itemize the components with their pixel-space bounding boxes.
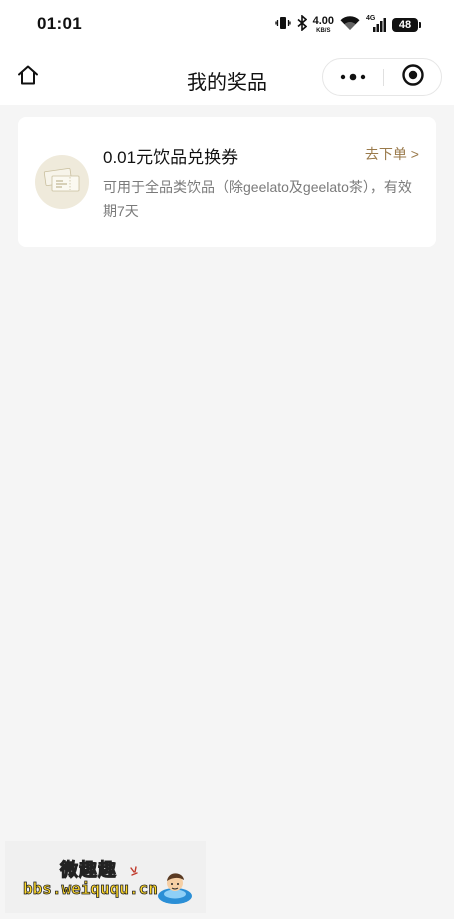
net-speed: 4.00 KB/S: [312, 15, 334, 35]
go-order-link[interactable]: 去下单 >: [365, 144, 419, 164]
more-dots-icon: [340, 68, 366, 86]
prize-description: 可用于全品类饮品（除geelato及geelato茶），有效期7天: [103, 179, 412, 219]
prize-thumbnail: [35, 155, 89, 209]
battery-icon: 48: [392, 18, 421, 32]
status-time: 01:01: [37, 14, 82, 33]
mini-program-capsule: [322, 58, 442, 96]
net-speed-unit: KB/S: [316, 28, 331, 34]
target-close-icon: [401, 63, 425, 92]
cellular-signal-icon: 4G: [366, 15, 386, 33]
bluetooth-icon: [297, 13, 307, 36]
more-button[interactable]: [323, 59, 383, 95]
prize-card[interactable]: 0.01元饮品兑换券 去下单 > 可用于全品类饮品（除geelato及geela…: [18, 117, 436, 247]
sparkle-icon: [129, 865, 139, 883]
coupon-tickets-icon: [43, 165, 81, 200]
vibrate-icon: [274, 15, 291, 36]
mascot-icon: [155, 867, 195, 907]
watermark: 微趣趣 bbs.weiququ.cn: [5, 841, 206, 913]
prize-name: 0.01元饮品兑换券: [103, 148, 239, 167]
status-bar: 01:01 4.00 KB/S 4G 48: [0, 0, 454, 50]
net-speed-value: 4.00: [312, 15, 334, 27]
close-button[interactable]: [384, 59, 442, 95]
nav-bar: 我的奖品: [0, 50, 454, 105]
status-icons: 4.00 KB/S 4G 48: [274, 13, 421, 36]
wifi-icon: [340, 15, 360, 36]
